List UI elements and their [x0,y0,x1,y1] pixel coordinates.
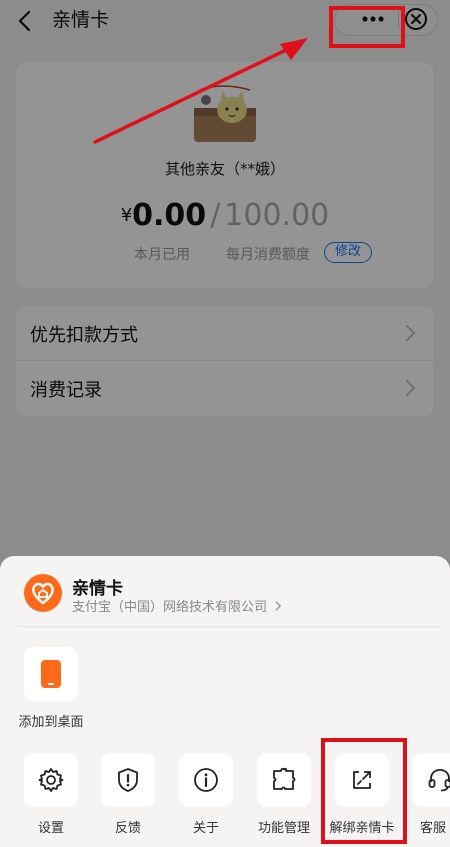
app-developer-link[interactable]: 支付宝（中国）网络技术有限公司 [72,596,283,615]
gear-icon [38,768,64,792]
phone-desktop-icon [41,660,61,688]
chevron-right-icon [275,601,282,611]
headset-icon [428,769,450,792]
feature-management-label: 功能管理 [257,821,310,836]
app-logo [24,574,62,612]
add-to-desktop-label: 添加到桌面 [18,715,84,730]
add-to-desktop-button[interactable] [24,647,78,701]
about-button[interactable] [179,753,233,807]
developer-name: 支付宝（中国）网络技术有限公司 [72,600,268,615]
info-icon [194,768,218,792]
highlight-more-button [329,6,405,48]
about-label: 关于 [192,821,219,836]
settings-button[interactable] [24,753,78,807]
feedback-shield-icon [118,768,138,792]
feedback-label: 反馈 [114,821,141,836]
settings-label: 设置 [37,821,64,836]
feature-management-button[interactable] [257,753,311,807]
customer-service-button[interactable] [413,753,450,807]
customer-service-label: 客服 [420,821,447,836]
highlight-unbind-button [321,738,407,844]
heart-home-icon [32,582,54,605]
sheet-divider [18,626,440,627]
puzzle-icon [273,767,296,790]
feedback-button[interactable] [101,753,155,807]
